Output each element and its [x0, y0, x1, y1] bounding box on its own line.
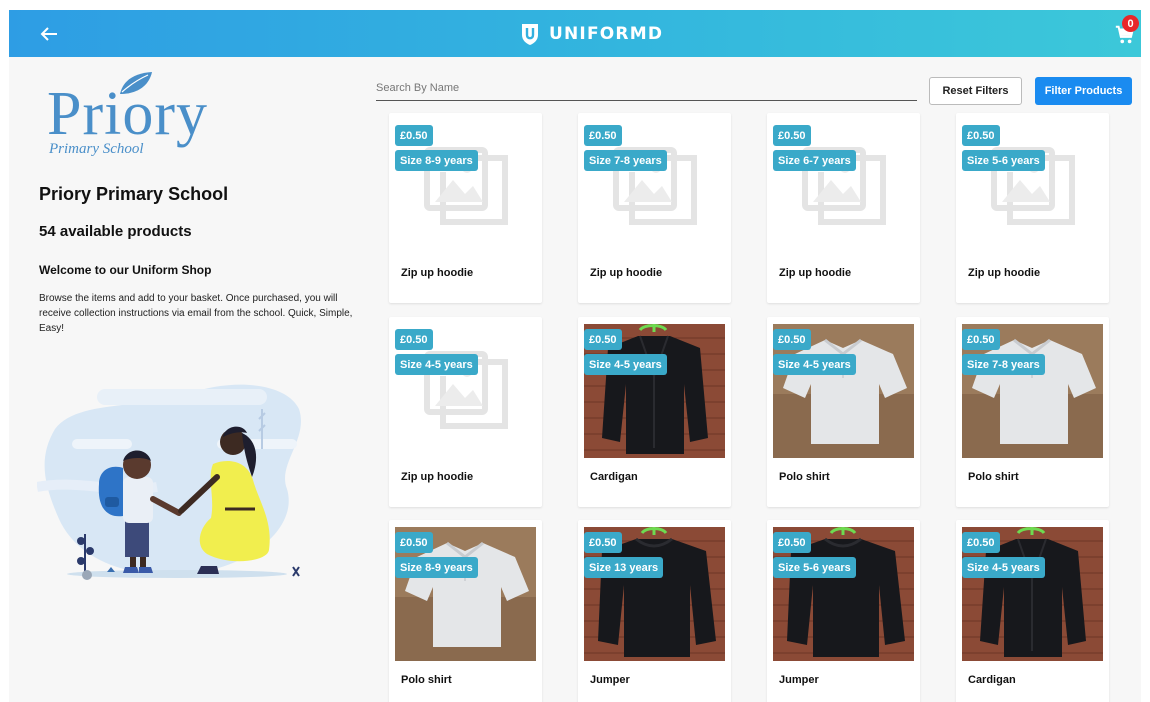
size-badge: Size 7-8 years [962, 354, 1045, 375]
filter-products-button[interactable]: Filter Products [1035, 77, 1132, 105]
welcome-text: Browse the items and add to your basket.… [39, 293, 353, 334]
size-badge: Size 4-5 years [395, 354, 478, 375]
size-badge: Size 4-5 years [962, 557, 1045, 578]
size-badge: Size 6-7 years [773, 150, 856, 171]
product-card[interactable]: £0.50 Size 8-9 years Zip up hoodie [389, 113, 542, 303]
price-badge: £0.50 [962, 329, 1000, 350]
brand-logo[interactable]: UNIFORMD [520, 21, 663, 47]
reset-filters-button[interactable]: Reset Filters [929, 77, 1022, 105]
price-badge: £0.50 [962, 125, 1000, 146]
size-badge: Size 5-6 years [962, 150, 1045, 171]
search-input[interactable] [376, 76, 917, 101]
price-badge: £0.50 [773, 329, 811, 350]
parent-child-illustration [37, 384, 301, 580]
shield-icon [522, 24, 538, 45]
product-name: Jumper [779, 674, 819, 686]
product-name: Polo shirt [779, 471, 830, 483]
price-badge: £0.50 [584, 329, 622, 350]
product-name: Jumper [590, 674, 630, 686]
top-bar: UNIFORMD 0 [9, 10, 1141, 57]
product-name: Zip up hoodie [401, 471, 474, 483]
size-badge: Size 5-6 years [773, 557, 856, 578]
product-count: 54 available products [39, 223, 192, 240]
product-name: Zip up hoodie [968, 267, 1041, 279]
welcome-title: Welcome to our Uniform Shop [39, 263, 212, 277]
product-name: Zip up hoodie [779, 267, 852, 279]
price-badge: £0.50 [584, 532, 622, 553]
product-name: Cardigan [968, 674, 1016, 686]
product-card[interactable]: £0.50 Size 4-5 years Polo shirt [767, 317, 920, 507]
cart-count-badge: 0 [1122, 15, 1139, 32]
product-name: Cardigan [590, 471, 638, 483]
product-name: Polo shirt [968, 471, 1019, 483]
size-badge: Size 8-9 years [395, 557, 478, 578]
product-card[interactable]: £0.50 Size 4-5 years Cardigan [578, 317, 731, 507]
school-name: Priory Primary School [39, 184, 229, 204]
brand-name: UNIFORMD [549, 24, 664, 44]
price-badge: £0.50 [395, 329, 433, 350]
product-card[interactable]: £0.50 Size 4-5 years Cardigan [956, 520, 1109, 702]
product-card[interactable]: £0.50 Size 5-6 years Jumper [767, 520, 920, 702]
logo-wordmark: Priory [47, 80, 208, 148]
size-badge: Size 13 years [584, 557, 664, 578]
price-badge: £0.50 [773, 125, 811, 146]
price-badge: £0.50 [395, 532, 433, 553]
price-badge: £0.50 [773, 532, 811, 553]
product-card[interactable]: £0.50 Size 7-8 years Polo shirt [956, 317, 1109, 507]
product-card[interactable]: £0.50 Size 13 years Jumper [578, 520, 731, 702]
logo-subtitle: Primary School [49, 141, 144, 157]
product-card[interactable]: £0.50 Size 8-9 years Polo shirt [389, 520, 542, 702]
product-name: Zip up hoodie [401, 267, 474, 279]
back-arrow-icon[interactable] [37, 22, 61, 46]
size-badge: Size 8-9 years [395, 150, 478, 171]
product-name: Polo shirt [401, 674, 452, 686]
size-badge: Size 4-5 years [584, 354, 667, 375]
size-badge: Size 4-5 years [773, 354, 856, 375]
product-card[interactable]: £0.50 Size 4-5 years Zip up hoodie [389, 317, 542, 507]
product-name: Zip up hoodie [590, 267, 663, 279]
school-logo: Priory Primary School [47, 72, 237, 175]
product-card[interactable]: £0.50 Size 5-6 years Zip up hoodie [956, 113, 1109, 303]
price-badge: £0.50 [395, 125, 433, 146]
price-badge: £0.50 [962, 532, 1000, 553]
product-card[interactable]: £0.50 Size 7-8 years Zip up hoodie [578, 113, 731, 303]
price-badge: £0.50 [584, 125, 622, 146]
school-info-panel: Priory Primary School Priory Primary Sch… [9, 57, 354, 702]
size-badge: Size 7-8 years [584, 150, 667, 171]
app-window: UNIFORMD 0 Priory Primary School Priory … [9, 10, 1141, 702]
product-card[interactable]: £0.50 Size 6-7 years Zip up hoodie [767, 113, 920, 303]
